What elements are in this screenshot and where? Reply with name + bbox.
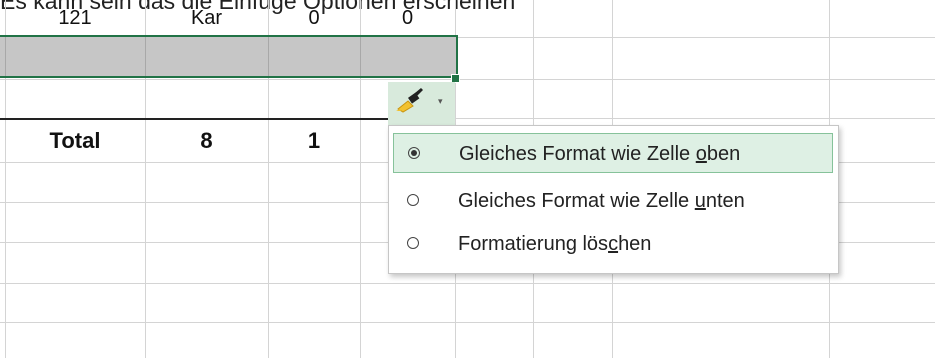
radio-selected-icon bbox=[408, 147, 420, 159]
cell-row1-b[interactable]: Kar bbox=[145, 6, 268, 30]
cell-row1-c[interactable]: 0 bbox=[268, 6, 360, 30]
cell-total-b[interactable]: 8 bbox=[145, 126, 268, 156]
menu-item-format-below[interactable]: Gleiches Format wie Zelle unten bbox=[393, 181, 833, 221]
cell-total-c[interactable]: 1 bbox=[268, 126, 360, 156]
grid-row-line bbox=[0, 283, 935, 284]
cell-row1-d[interactable]: 0 bbox=[360, 6, 455, 30]
chevron-down-icon: ▾ bbox=[438, 96, 443, 106]
cell-row1-a[interactable]: 121 bbox=[5, 6, 145, 30]
menu-item-clear-formatting[interactable]: Formatierung löschen bbox=[393, 224, 833, 264]
radio-empty-icon bbox=[407, 237, 419, 249]
menu-item-label: Gleiches Format wie Zelle unten bbox=[458, 190, 745, 212]
insert-options-menu: Gleiches Format wie Zelle oben Gleiches … bbox=[388, 125, 839, 274]
menu-item-label: Formatierung löschen bbox=[458, 233, 652, 255]
menu-item-label: Gleiches Format wie Zelle oben bbox=[459, 143, 741, 165]
menu-item-format-above[interactable]: Gleiches Format wie Zelle oben bbox=[393, 133, 833, 173]
radio-empty-icon bbox=[407, 194, 419, 206]
selection-border bbox=[0, 35, 458, 78]
insert-options-button[interactable]: ▾ bbox=[388, 82, 455, 126]
grid-row-line bbox=[0, 322, 935, 323]
grid-row-line bbox=[455, 118, 935, 119]
paintbrush-icon bbox=[396, 88, 423, 113]
grid-row-line bbox=[0, 79, 935, 80]
total-top-border bbox=[0, 118, 389, 120]
cell-total-label[interactable]: Total bbox=[5, 126, 145, 156]
